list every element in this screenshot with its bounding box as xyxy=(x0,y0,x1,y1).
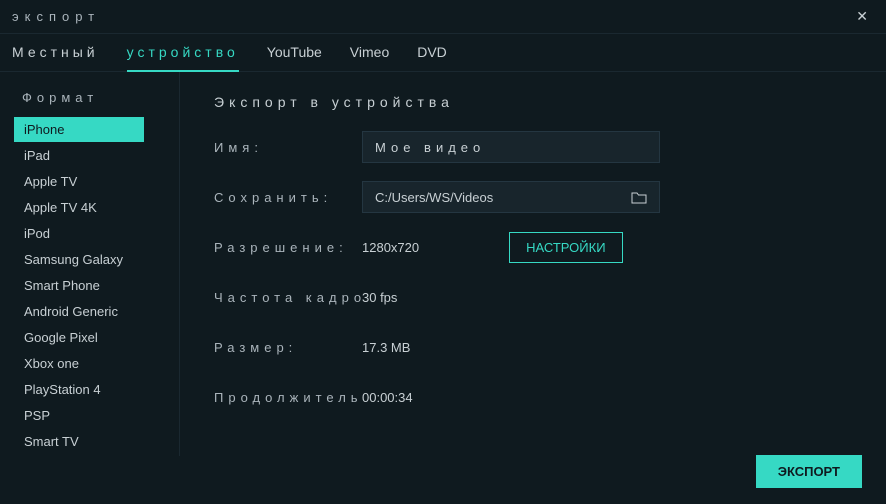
close-icon[interactable]: ✕ xyxy=(850,6,874,27)
sidebar-item-psp[interactable]: PSP xyxy=(14,403,144,428)
row-save: Сохранить: C:/Users/WS/Videos xyxy=(214,182,852,212)
tab-device[interactable]: устройство xyxy=(127,44,239,72)
tab-youtube[interactable]: YouTube xyxy=(267,44,322,71)
row-size: Размер: 17.3 MB xyxy=(214,332,852,362)
row-duration: Продолжительность: 00:00:34 xyxy=(214,382,852,412)
name-label: Имя: xyxy=(214,140,362,155)
tabs: Местный устройство YouTube Vimeo DVD xyxy=(0,34,886,72)
folder-icon[interactable] xyxy=(631,191,647,204)
footer: ЭКСПОРТ xyxy=(756,455,862,488)
sidebar-item-iphone[interactable]: iPhone xyxy=(14,117,144,142)
export-button[interactable]: ЭКСПОРТ xyxy=(756,455,862,488)
sidebar-item-samsung[interactable]: Samsung Galaxy xyxy=(14,247,144,272)
resolution-value: 1280x720 xyxy=(362,240,419,255)
name-value: Мое видео xyxy=(375,140,485,155)
size-value: 17.3 MB xyxy=(362,340,410,355)
main-title: Экспорт в устройства xyxy=(214,94,852,110)
row-framerate: Частота кадров: 30 fps xyxy=(214,282,852,312)
sidebar-item-ps4[interactable]: PlayStation 4 xyxy=(14,377,144,402)
tab-dvd[interactable]: DVD xyxy=(417,44,447,71)
resolution-label: Разрешение: xyxy=(214,240,362,255)
tab-local[interactable]: Местный xyxy=(12,44,99,71)
body: Формат iPhone iPad Apple TV Apple TV 4K … xyxy=(0,72,886,456)
window-title: экспорт xyxy=(12,9,100,24)
main-panel: Экспорт в устройства Имя: Мое видео Сохр… xyxy=(180,72,886,456)
sidebar-item-android[interactable]: Android Generic xyxy=(14,299,144,324)
sidebar-item-smarttv[interactable]: Smart TV xyxy=(14,429,144,454)
sidebar-item-smartphone[interactable]: Smart Phone xyxy=(14,273,144,298)
save-label: Сохранить: xyxy=(214,190,362,205)
sidebar-title: Формат xyxy=(22,90,179,105)
size-label: Размер: xyxy=(214,340,362,355)
framerate-label: Частота кадров: xyxy=(214,290,362,305)
duration-label: Продолжительность: xyxy=(214,390,362,405)
row-resolution: Разрешение: 1280x720 НАСТРОЙКИ xyxy=(214,232,852,262)
sidebar-item-xbox[interactable]: Xbox one xyxy=(14,351,144,376)
sidebar-item-ipad[interactable]: iPad xyxy=(14,143,144,168)
framerate-value: 30 fps xyxy=(362,290,397,305)
name-input[interactable]: Мое видео xyxy=(362,131,660,163)
save-value: C:/Users/WS/Videos xyxy=(375,190,493,205)
sidebar-item-pixel[interactable]: Google Pixel xyxy=(14,325,144,350)
save-input[interactable]: C:/Users/WS/Videos xyxy=(362,181,660,213)
settings-button[interactable]: НАСТРОЙКИ xyxy=(509,232,622,263)
tab-vimeo[interactable]: Vimeo xyxy=(350,44,389,71)
sidebar-item-appletv[interactable]: Apple TV xyxy=(14,169,144,194)
sidebar: Формат iPhone iPad Apple TV Apple TV 4K … xyxy=(0,72,180,456)
sidebar-item-ipod[interactable]: iPod xyxy=(14,221,144,246)
row-name: Имя: Мое видео xyxy=(214,132,852,162)
sidebar-item-appletv4k[interactable]: Apple TV 4K xyxy=(14,195,144,220)
duration-value: 00:00:34 xyxy=(362,390,413,405)
titlebar: экспорт ✕ xyxy=(0,0,886,34)
